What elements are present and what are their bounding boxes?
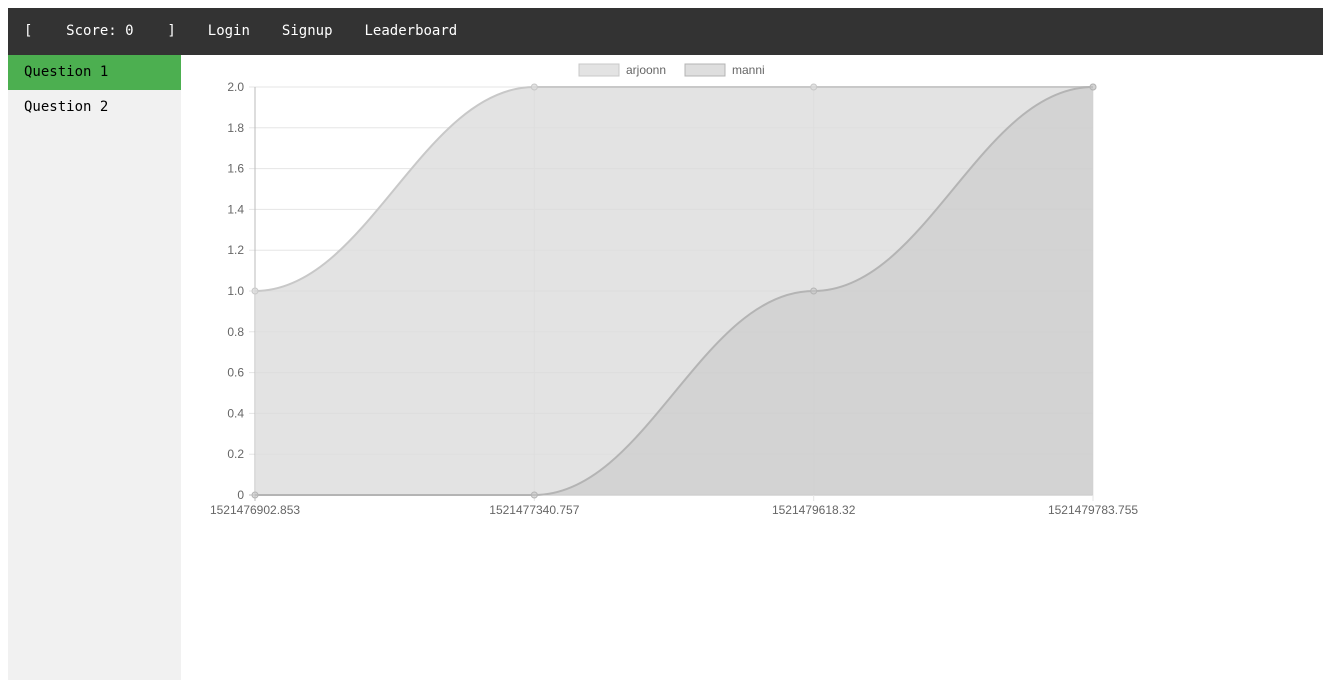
sidebar-item-question-1[interactable]: Question 1 — [8, 55, 181, 90]
y-tick-label: 1.8 — [227, 121, 244, 135]
data-point-arjoonn — [530, 83, 538, 91]
sidebar-item-question-2[interactable]: Question 2 — [8, 90, 181, 125]
login-link[interactable]: Login — [192, 8, 266, 55]
legend-label: arjoonn — [626, 63, 666, 77]
leaderboard-link[interactable]: Leaderboard — [349, 8, 474, 55]
x-tick-label: 1521476902.853 — [210, 503, 300, 517]
y-tick-label: 1.6 — [227, 162, 244, 176]
x-tick-label: 1521479783.755 — [1048, 503, 1138, 517]
y-tick-label: 0.8 — [227, 325, 244, 339]
data-point-manni — [1089, 83, 1097, 91]
data-point-arjoonn — [810, 83, 818, 91]
y-tick-label: 1.4 — [227, 202, 244, 216]
score-bracket-open: [ — [24, 23, 33, 39]
score-display: [ Score: 0 ] — [8, 8, 192, 55]
y-tick-label: 0 — [237, 488, 244, 502]
score-bracket-close: ] — [167, 23, 176, 39]
y-tick-label: 0.2 — [227, 447, 244, 461]
top-navbar: [ Score: 0 ] Login Signup Leaderboard — [8, 8, 1323, 55]
y-tick-label: 2.0 — [227, 80, 244, 94]
y-tick-label: 0.6 — [227, 366, 244, 380]
score-chart: 0 0.2 0.4 0.6 0.8 1.0 1.2 1.4 1.6 1.8 2.0 152147690… — [210, 63, 1138, 517]
chart-container: 0 0.2 0.4 0.6 0.8 1.0 1.2 1.4 1.6 1.8 2.0 152147690… — [181, 55, 1323, 680]
legend-swatch — [578, 63, 620, 77]
signup-link[interactable]: Signup — [266, 8, 349, 55]
x-tick-label: 1521479618.32 — [772, 503, 856, 517]
legend-label: manni — [732, 63, 765, 77]
legend-swatch — [684, 63, 726, 77]
y-tick-label: 0.4 — [227, 406, 244, 420]
sidebar-item-label: Question 1 — [24, 64, 109, 80]
data-point-manni — [251, 491, 259, 499]
question-sidebar: Question 1 Question 2 — [8, 55, 181, 680]
data-point-manni — [530, 491, 538, 499]
score-label: Score: — [66, 23, 117, 39]
y-tick-label: 1.2 — [227, 243, 244, 257]
score-value: 0 — [125, 23, 134, 39]
sidebar-item-label: Question 2 — [24, 99, 109, 115]
y-tick-label: 1.0 — [227, 284, 244, 298]
data-point-arjoonn — [251, 287, 259, 295]
data-point-manni — [810, 287, 818, 295]
x-tick-label: 1521477340.757 — [489, 503, 579, 517]
